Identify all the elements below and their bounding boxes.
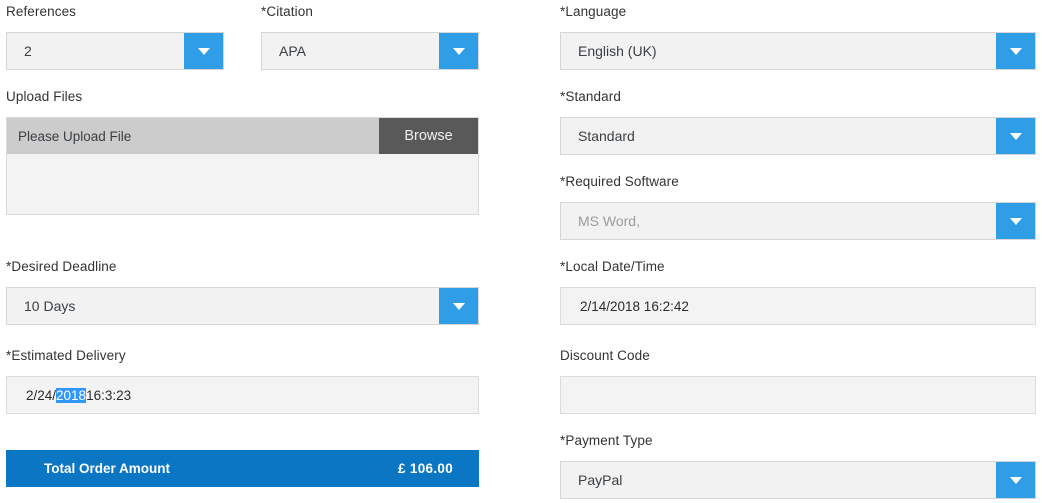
upload-files-bar: Please Upload File Browse <box>7 118 478 154</box>
total-order-amount-bar: Total Order Amount £ 106.00 <box>6 450 479 487</box>
chevron-down-icon <box>452 47 465 55</box>
references-value: 2 <box>24 43 32 59</box>
references-dropdown-button[interactable] <box>184 33 223 69</box>
total-order-amount-label: Total Order Amount <box>44 461 170 476</box>
standard-select[interactable]: Standard <box>560 117 1036 155</box>
upload-files-box: Please Upload File Browse <box>6 117 479 215</box>
citation-label: *Citation <box>261 4 313 19</box>
field-required-software: *Required Software MS Word, <box>560 174 1036 240</box>
language-dropdown-button[interactable] <box>996 33 1035 69</box>
field-language: *Language English (UK) <box>560 4 1036 70</box>
language-select[interactable]: English (UK) <box>560 32 1036 70</box>
estimated-delivery-value-after: 16:3:23 <box>86 387 132 403</box>
payment-type-dropdown-button[interactable] <box>996 462 1035 498</box>
field-local-datetime: *Local Date/Time 2/14/2018 16:2:42 <box>560 259 1036 325</box>
desired-deadline-label: *Desired Deadline <box>6 259 117 274</box>
standard-value: Standard <box>578 128 635 144</box>
chevron-down-icon <box>197 47 210 55</box>
language-value: English (UK) <box>578 43 657 59</box>
field-discount-code: Discount Code <box>560 348 1036 414</box>
estimated-delivery-input[interactable]: 2/24/2018 16:3:23 <box>6 376 479 414</box>
chevron-down-icon <box>1009 132 1022 140</box>
chevron-down-icon <box>1009 217 1022 225</box>
field-desired-deadline: *Desired Deadline 10 Days <box>6 259 479 325</box>
payment-type-value: PayPal <box>578 472 623 488</box>
required-software-dropdown-button[interactable] <box>996 203 1035 239</box>
browse-button[interactable]: Browse <box>379 118 478 154</box>
estimated-delivery-selected-text: 2018 <box>56 387 87 403</box>
discount-code-input[interactable] <box>560 376 1036 414</box>
desired-deadline-dropdown-button[interactable] <box>439 288 478 324</box>
desired-deadline-value: 10 Days <box>24 298 76 314</box>
field-citation: *Citation APA <box>261 4 479 70</box>
citation-value: APA <box>279 43 306 59</box>
field-references: References 2 <box>6 4 224 70</box>
order-form-page: References 2 *Citation APA Upload Files <box>0 0 1042 503</box>
references-label: References <box>6 4 77 19</box>
desired-deadline-select[interactable]: 10 Days <box>6 287 479 325</box>
references-select[interactable]: 2 <box>6 32 224 70</box>
local-datetime-label: *Local Date/Time <box>560 259 665 274</box>
citation-dropdown-button[interactable] <box>439 33 478 69</box>
payment-type-label: *Payment Type <box>560 433 653 448</box>
estimated-delivery-value-before: 2/24/ <box>26 387 57 403</box>
chevron-down-icon <box>452 302 465 310</box>
field-upload-files: Upload Files Please Upload File Browse <box>6 89 479 215</box>
field-standard: *Standard Standard <box>560 89 1036 155</box>
discount-code-label: Discount Code <box>560 348 650 363</box>
estimated-delivery-label: *Estimated Delivery <box>6 348 126 363</box>
citation-select[interactable]: APA <box>261 32 479 70</box>
total-order-amount-value: £ 106.00 <box>398 461 453 476</box>
field-payment-type: *Payment Type PayPal <box>560 433 1036 499</box>
upload-files-label: Upload Files <box>6 89 83 104</box>
required-software-select[interactable]: MS Word, <box>560 202 1036 240</box>
upload-files-placeholder: Please Upload File <box>18 128 132 144</box>
language-label: *Language <box>560 4 627 19</box>
standard-dropdown-button[interactable] <box>996 118 1035 154</box>
required-software-value: MS Word, <box>578 213 640 229</box>
upload-files-dropzone[interactable] <box>7 154 478 214</box>
required-software-label: *Required Software <box>560 174 679 189</box>
chevron-down-icon <box>1009 47 1022 55</box>
chevron-down-icon <box>1009 476 1022 484</box>
field-estimated-delivery: *Estimated Delivery 2/24/2018 16:3:23 <box>6 348 479 414</box>
standard-label: *Standard <box>560 89 621 104</box>
local-datetime-input[interactable]: 2/14/2018 16:2:42 <box>560 287 1036 325</box>
payment-type-select[interactable]: PayPal <box>560 461 1036 499</box>
